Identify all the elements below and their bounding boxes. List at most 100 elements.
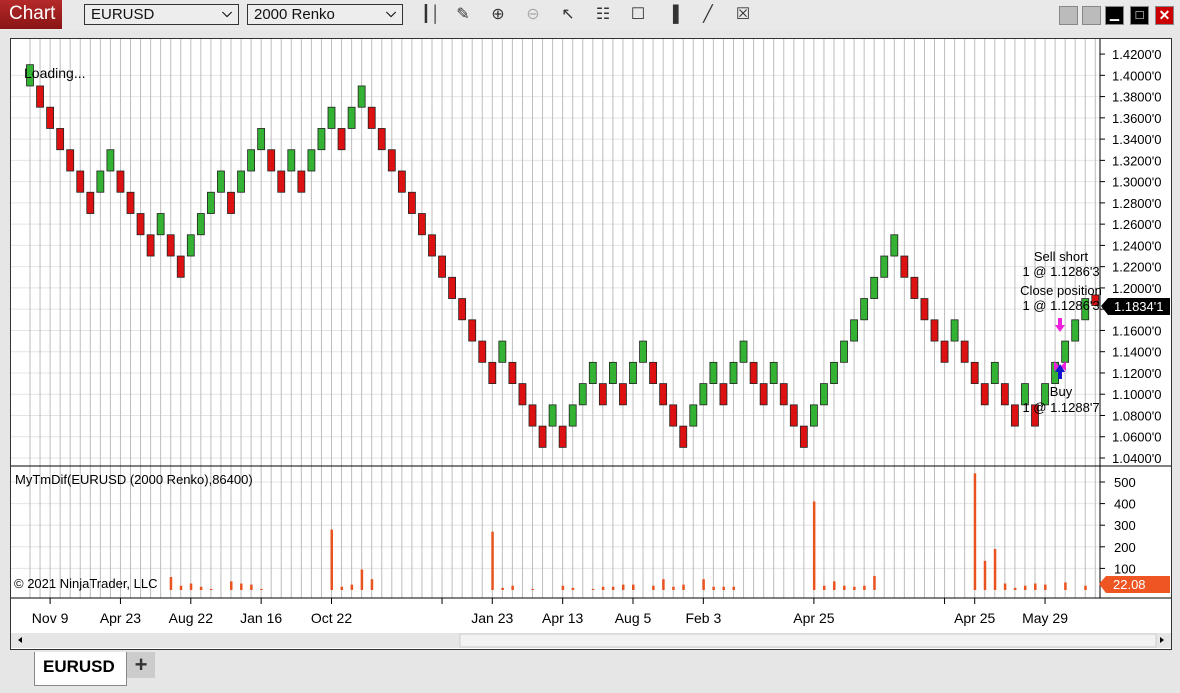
up-brick — [860, 298, 869, 321]
sell-short-fill: 1 @ 1.1286'3 — [1022, 264, 1099, 279]
indicator-tick-label: 400 — [1114, 497, 1136, 512]
horizontal-scrollbar[interactable] — [11, 633, 1171, 648]
indicator-bar — [250, 584, 253, 590]
up-brick — [357, 85, 366, 108]
down-brick — [136, 213, 145, 236]
down-brick — [337, 128, 346, 151]
up-brick — [287, 149, 296, 172]
loading-text: Loading... — [24, 65, 86, 81]
indicator-bar — [1064, 582, 1067, 590]
down-brick — [387, 149, 396, 172]
time-tick-label: Apr 13 — [542, 610, 583, 626]
down-brick — [960, 340, 969, 363]
price-tick-label: 1.3400'0 — [1112, 132, 1161, 147]
down-brick — [528, 404, 537, 427]
down-brick — [46, 106, 54, 129]
tab-eurusd[interactable]: EURUSD — [34, 652, 127, 686]
up-brick — [247, 149, 256, 172]
down-brick — [418, 213, 426, 236]
indicator-bar — [199, 586, 203, 590]
indicator-bar — [531, 588, 534, 590]
down-brick — [407, 191, 416, 214]
down-brick — [76, 170, 85, 193]
price-tick-label: 1.3800'0 — [1112, 90, 1161, 105]
up-brick — [729, 361, 738, 384]
down-brick — [619, 383, 627, 406]
up-brick — [578, 383, 587, 406]
indicator-bar — [601, 586, 605, 590]
sell-short-arrow-icon[interactable] — [1055, 318, 1065, 332]
indicator-bar — [501, 587, 504, 590]
up-brick — [709, 361, 718, 384]
time-tick-label: Apr 23 — [100, 610, 141, 626]
down-brick — [980, 383, 989, 406]
down-brick — [910, 276, 919, 299]
up-brick — [347, 106, 356, 129]
up-brick — [810, 404, 818, 427]
up-brick — [870, 276, 879, 299]
down-brick — [679, 425, 688, 448]
price-tick-label: 1.3000'0 — [1112, 175, 1161, 190]
indicator-bar — [722, 586, 725, 590]
scrollbar-thumb[interactable] — [459, 633, 1157, 648]
down-brick — [458, 298, 467, 321]
buy-label: Buy — [1050, 384, 1073, 399]
down-brick — [518, 383, 527, 406]
price-tick-label: 1.3600'0 — [1112, 111, 1161, 126]
down-brick — [920, 298, 929, 321]
up-brick — [950, 319, 959, 342]
time-tick-label: Apr 25 — [793, 610, 834, 626]
indicator-bar — [672, 586, 675, 590]
price-tick-label: 1.0800'0 — [1112, 408, 1161, 423]
time-tick-label: Jan 23 — [471, 610, 513, 626]
indicator-bar — [843, 585, 846, 590]
indicator-bar — [330, 529, 333, 590]
up-brick — [1061, 340, 1070, 363]
up-brick — [186, 234, 195, 257]
add-tab-button[interactable]: + — [127, 652, 155, 678]
indicator-bar — [712, 586, 715, 590]
up-brick — [890, 234, 899, 257]
down-brick — [719, 383, 728, 406]
sell-short-label: Sell short — [1034, 249, 1089, 264]
price-tick-label: 1.2200'0 — [1112, 260, 1161, 275]
indicator-bar — [260, 588, 263, 590]
down-brick — [468, 319, 477, 342]
indicator-tick-label: 100 — [1114, 561, 1136, 576]
price-tick-label: 1.2600'0 — [1112, 217, 1161, 232]
indicator-bar — [873, 575, 876, 590]
down-brick — [759, 383, 768, 406]
down-brick — [1000, 383, 1009, 406]
chart-canvas[interactable]: 1.4200'0 1.4000'0 1.3800'0 1.3600'0 1.3400'0… — [0, 0, 1180, 693]
up-brick — [1071, 319, 1080, 342]
down-brick — [126, 191, 135, 214]
executions: Sell short 1 @ 1.1286'3 Close position 1… — [1020, 249, 1102, 415]
price-tick-label: 1.0600'0 — [1112, 430, 1161, 445]
buy-fill: 1 @ 1.1288'7 — [1022, 400, 1099, 415]
time-tick-label: Oct 22 — [311, 610, 352, 626]
up-brick — [639, 340, 647, 363]
down-brick — [659, 383, 668, 406]
indicator-bar — [370, 579, 374, 590]
price-tick-label: 1.0400'0 — [1112, 451, 1161, 466]
price-tick-label: 1.2800'0 — [1112, 196, 1161, 211]
time-tick-label: Apr 25 — [954, 610, 995, 626]
indicator-bar — [230, 581, 233, 590]
current-price-tag: 1.1834'1 — [1101, 298, 1170, 315]
indicator-tick-label: 300 — [1114, 518, 1136, 533]
up-brick — [850, 319, 858, 342]
indicator-bar — [1034, 583, 1037, 590]
indicator-bar — [169, 577, 173, 590]
down-brick — [478, 340, 487, 363]
up-brick — [840, 340, 848, 363]
down-brick — [970, 361, 979, 384]
up-brick — [990, 361, 999, 384]
down-brick — [176, 255, 185, 278]
time-axis[interactable]: Nov 9 Apr 23 Aug 22 Jan 16 Oct 22 Jan 23 Apr 1… — [32, 598, 1068, 626]
price-tick-label: 1.1000'0 — [1112, 387, 1161, 402]
indicator-bar — [853, 586, 856, 590]
down-brick — [227, 191, 235, 214]
down-brick — [86, 191, 95, 214]
down-brick — [428, 234, 436, 257]
down-brick — [267, 149, 276, 172]
